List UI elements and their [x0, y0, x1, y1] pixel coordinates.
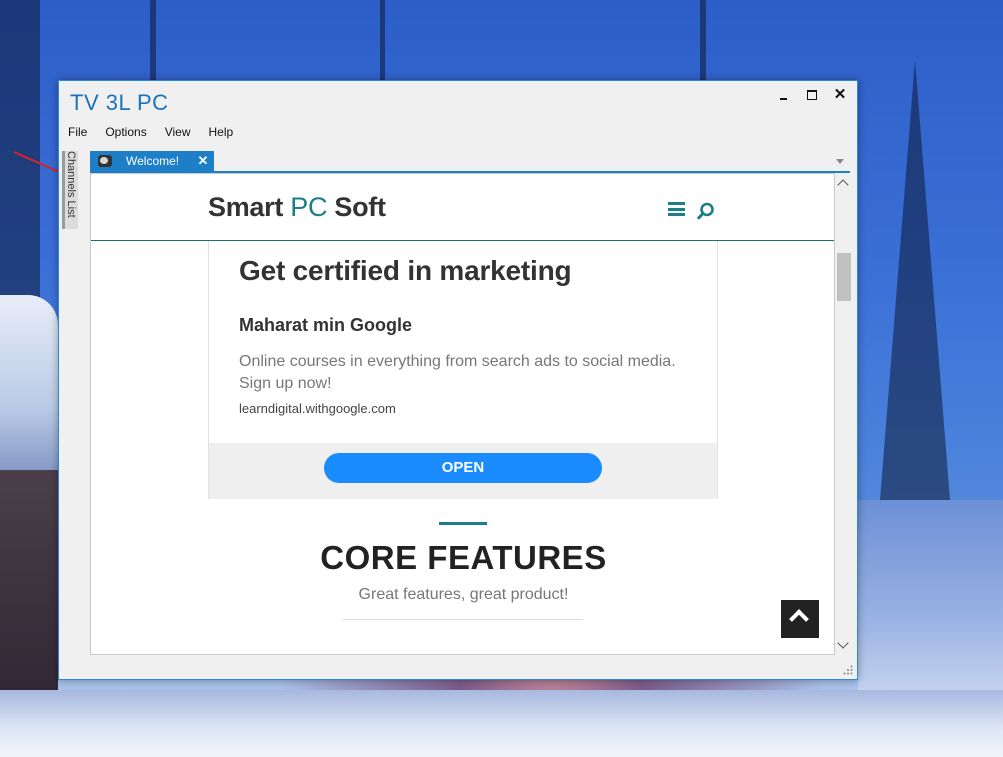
ad-url[interactable]: learndigital.withgoogle.com	[239, 401, 396, 416]
window-controls: ✕	[777, 87, 847, 103]
browser-viewport[interactable]: Smart PC Soft Get certified in marketing…	[90, 173, 835, 655]
tab-close-button[interactable]: ✕	[196, 153, 210, 169]
site-logo[interactable]: Smart PC Soft	[208, 192, 386, 223]
close-button[interactable]: ✕	[833, 87, 847, 103]
tab-list-dropdown-icon[interactable]	[836, 159, 844, 164]
maximize-button[interactable]	[805, 87, 819, 103]
wallpaper-pine-tree	[880, 60, 950, 500]
core-features-title: CORE FEATURES	[320, 539, 607, 576]
menu-view[interactable]: View	[165, 125, 200, 139]
section-accent-line	[439, 522, 487, 525]
app-window: TV 3L PC ✕ File Options View Help Channe…	[58, 80, 858, 680]
section-divider	[343, 619, 583, 620]
site-header: Smart PC Soft	[91, 174, 834, 241]
ad-description: Online courses in everything from search…	[239, 353, 676, 392]
logo-word-smart: Smart	[208, 192, 284, 222]
tab-strip: Welcome! ✕	[90, 151, 850, 173]
ad-advertiser: Maharat min Google	[239, 315, 413, 335]
logo-word-pc: PC	[290, 192, 328, 222]
search-icon[interactable]	[697, 202, 715, 220]
menu-bar: File Options View Help	[68, 125, 251, 139]
channels-list-label[interactable]: Channels List	[65, 151, 77, 218]
wallpaper-snow-roof	[0, 295, 58, 485]
menu-help[interactable]: Help	[209, 125, 243, 139]
menu-file[interactable]: File	[68, 125, 96, 139]
ad-card: Get certified in marketing Maharat min G…	[208, 241, 718, 499]
window-title: TV 3L PC	[70, 90, 169, 115]
wallpaper-tree-trunk	[150, 0, 156, 80]
back-to-top-icon[interactable]	[781, 600, 819, 638]
tab-welcome[interactable]: Welcome! ✕	[90, 151, 214, 171]
hamburger-menu-icon[interactable]	[668, 202, 685, 216]
tab-label: Welcome!	[126, 154, 180, 168]
wallpaper-tree-trunk	[700, 0, 706, 80]
wallpaper-tree-trunk	[380, 0, 385, 80]
ad-title[interactable]: Get certified in marketing	[239, 255, 572, 287]
core-features-subtitle: Great features, great product!	[358, 586, 569, 603]
scroll-up-icon[interactable]	[837, 179, 849, 191]
tab-favicon-icon	[98, 155, 112, 167]
ad-open-button[interactable]: OPEN	[324, 453, 602, 483]
vertical-scrollbar[interactable]	[835, 173, 851, 655]
resize-grip-icon[interactable]	[843, 665, 853, 675]
wallpaper-snow-ground	[0, 690, 1003, 757]
logo-word-soft: Soft	[334, 192, 386, 222]
minimize-button[interactable]	[777, 87, 791, 103]
scroll-thumb[interactable]	[837, 253, 851, 301]
menu-options[interactable]: Options	[105, 125, 155, 139]
scroll-down-icon[interactable]	[837, 637, 849, 649]
wallpaper-snow-right	[858, 500, 1003, 700]
ad-footer: OPEN	[209, 443, 717, 499]
